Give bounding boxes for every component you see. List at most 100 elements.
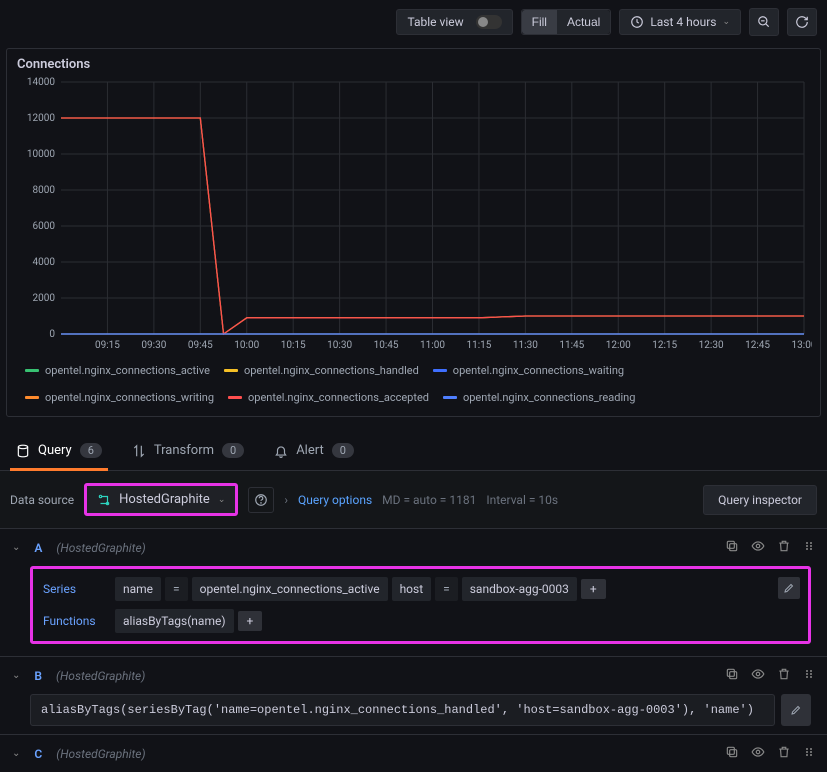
- tag-key-host[interactable]: host: [392, 577, 432, 601]
- svg-text:09:15: 09:15: [95, 340, 120, 351]
- drag-handle-icon[interactable]: [803, 539, 815, 556]
- add-function-button[interactable]: +: [238, 611, 263, 631]
- toggle-switch-icon: [476, 15, 502, 29]
- tab-query[interactable]: Query 6: [10, 435, 108, 471]
- query-b-code-row: aliasByTags(seriesByTag('name=opentel.ng…: [30, 694, 811, 726]
- tag-value-host[interactable]: sandbox-agg-0003: [462, 577, 577, 601]
- query-row-a-header[interactable]: ⌄ A (HostedGraphite): [0, 529, 827, 566]
- svg-text:14000: 14000: [27, 77, 55, 88]
- tag-eq-1[interactable]: =: [165, 577, 188, 601]
- svg-text:10:30: 10:30: [327, 340, 352, 351]
- trash-icon[interactable]: [777, 539, 791, 556]
- svg-text:11:30: 11:30: [513, 340, 538, 351]
- eye-icon[interactable]: [751, 539, 765, 556]
- table-view-label: Table view: [407, 15, 463, 29]
- tag-value-name[interactable]: opentel.nginx_connections_active: [192, 577, 388, 601]
- legend-swatch-icon: [443, 396, 457, 399]
- query-options-link[interactable]: Query options: [298, 493, 372, 507]
- time-range-label: Last 4 hours: [650, 15, 716, 29]
- toggle-text-mode-button[interactable]: [778, 577, 800, 599]
- top-toolbar: Table view Fill Actual Last 4 hours ⌄: [0, 0, 827, 44]
- svg-text:11:45: 11:45: [559, 340, 584, 351]
- svg-text:12:00: 12:00: [606, 340, 631, 351]
- pencil-icon: [783, 582, 795, 594]
- transform-icon: [132, 444, 146, 458]
- query-row-b: ⌄ B (HostedGraphite) aliasByTags(seriesB…: [0, 656, 827, 726]
- function-segment[interactable]: aliasByTags(name): [115, 609, 234, 633]
- svg-text:0: 0: [49, 329, 55, 340]
- fill-button[interactable]: Fill: [522, 10, 557, 34]
- duplicate-icon[interactable]: [725, 539, 739, 556]
- duplicate-icon[interactable]: [725, 667, 739, 684]
- tab-alert-count: 0: [332, 443, 354, 458]
- svg-text:12:30: 12:30: [699, 340, 724, 351]
- svg-text:10:15: 10:15: [281, 340, 306, 351]
- query-a-id: A: [34, 541, 42, 555]
- refresh-button[interactable]: [787, 8, 817, 36]
- query-inspector-button[interactable]: Query inspector: [703, 485, 817, 515]
- table-view-toggle[interactable]: Table view: [396, 9, 512, 35]
- query-row-b-header[interactable]: ⌄ B (HostedGraphite): [0, 657, 827, 694]
- legend-item[interactable]: opentel.nginx_connections_waiting: [433, 364, 624, 377]
- legend-label: opentel.nginx_connections_accepted: [248, 391, 429, 404]
- chart-legend: opentel.nginx_connections_active opentel.…: [7, 360, 820, 416]
- query-c-actions: [725, 745, 815, 762]
- series-label: Series: [43, 582, 111, 596]
- svg-text:4000: 4000: [33, 257, 56, 268]
- legend-item[interactable]: opentel.nginx_connections_handled: [224, 364, 419, 377]
- drag-handle-icon[interactable]: [803, 667, 815, 684]
- datasource-help-button[interactable]: [248, 487, 274, 513]
- tab-alert[interactable]: Alert 0: [268, 435, 360, 471]
- query-b-text-input[interactable]: aliasByTags(seriesByTag('name=opentel.ng…: [30, 694, 775, 726]
- datasource-row: Data source HostedGraphite ⌄ › Query opt…: [0, 471, 827, 528]
- time-range-picker[interactable]: Last 4 hours ⌄: [619, 9, 741, 35]
- series-line: Series name = opentel.nginx_connections_…: [43, 577, 798, 601]
- legend-label: opentel.nginx_connections_reading: [463, 391, 635, 404]
- legend-item[interactable]: opentel.nginx_connections_writing: [25, 391, 214, 404]
- functions-label: Functions: [43, 614, 111, 628]
- query-row-c-header[interactable]: ⌄ C (HostedGraphite): [0, 735, 827, 772]
- toggle-builder-mode-button[interactable]: [781, 694, 811, 726]
- editor-tabs: Query 6 Transform 0 Alert 0: [0, 435, 827, 471]
- query-c-id: C: [34, 747, 42, 761]
- actual-button[interactable]: Actual: [557, 10, 610, 34]
- legend-label: opentel.nginx_connections_waiting: [453, 364, 624, 377]
- query-b-source: (HostedGraphite): [56, 669, 145, 683]
- svg-text:10000: 10000: [27, 149, 55, 160]
- query-a-actions: [725, 539, 815, 556]
- legend-item[interactable]: opentel.nginx_connections_accepted: [228, 391, 429, 404]
- legend-label: opentel.nginx_connections_writing: [45, 391, 214, 404]
- trash-icon[interactable]: [777, 667, 791, 684]
- legend-label: opentel.nginx_connections_active: [45, 364, 210, 377]
- scale-mode-group: Fill Actual: [521, 9, 612, 35]
- trash-icon[interactable]: [777, 745, 791, 762]
- refresh-icon: [795, 15, 809, 29]
- chevron-down-icon: ⌄: [722, 17, 730, 27]
- tag-key-name[interactable]: name: [115, 577, 161, 601]
- legend-item[interactable]: opentel.nginx_connections_active: [25, 364, 210, 377]
- svg-text:2000: 2000: [33, 293, 56, 304]
- drag-handle-icon[interactable]: [803, 745, 815, 762]
- chevron-down-icon: ⌄: [12, 748, 20, 759]
- tab-transform-count: 0: [222, 443, 244, 458]
- datasource-name: HostedGraphite: [119, 492, 210, 507]
- duplicate-icon[interactable]: [725, 745, 739, 762]
- tag-eq-2[interactable]: =: [435, 577, 458, 601]
- svg-text:8000: 8000: [33, 185, 56, 196]
- zoom-out-button[interactable]: [749, 8, 779, 36]
- tab-query-label: Query: [38, 443, 72, 458]
- eye-icon[interactable]: [751, 745, 765, 762]
- tab-transform[interactable]: Transform 0: [126, 435, 250, 471]
- eye-icon[interactable]: [751, 667, 765, 684]
- chevron-down-icon: ⌄: [12, 670, 20, 681]
- legend-item[interactable]: opentel.nginx_connections_reading: [443, 391, 635, 404]
- datasource-picker[interactable]: HostedGraphite ⌄: [84, 483, 238, 516]
- legend-swatch-icon: [25, 369, 39, 372]
- panel-title: Connections: [7, 49, 820, 76]
- svg-text:13:00: 13:00: [792, 340, 812, 351]
- query-row-a: ⌄ A (HostedGraphite) Series name = opent…: [0, 528, 827, 644]
- chart-area[interactable]: 0200040006000800010000120001400009:1509:…: [7, 76, 820, 360]
- legend-swatch-icon: [224, 369, 238, 372]
- query-a-body: Series name = opentel.nginx_connections_…: [30, 566, 811, 644]
- add-tag-button[interactable]: +: [581, 579, 606, 599]
